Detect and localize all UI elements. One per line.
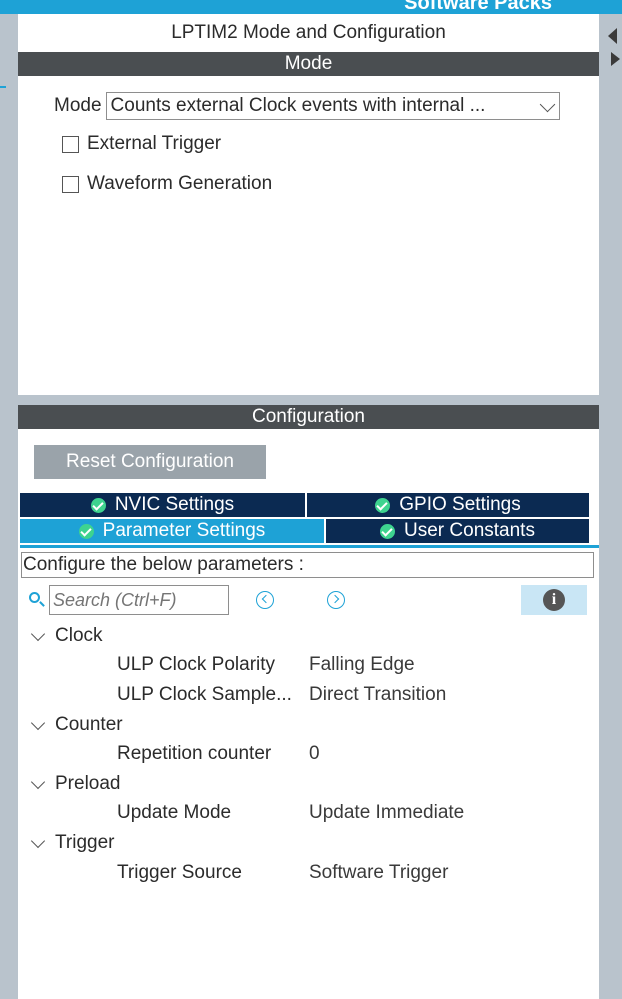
tab-label: User Constants <box>404 520 535 541</box>
mode-select-value: Counts external Clock events with intern… <box>110 95 486 116</box>
mode-row: Mode Counts external Clock events with i… <box>54 92 560 120</box>
param-value[interactable]: Update Immediate <box>309 800 464 826</box>
group-label: Preload <box>55 773 121 794</box>
info-button[interactable]: i <box>521 585 587 615</box>
search-bar <box>28 584 229 616</box>
external-trigger-label: External Trigger <box>87 133 222 154</box>
waveform-generation-option[interactable]: Waveform Generation <box>62 172 272 196</box>
search-input[interactable] <box>49 585 229 615</box>
chevron-down-icon <box>30 833 46 848</box>
mode-select[interactable]: Counts external Clock events with intern… <box>105 92 560 120</box>
previous-match-icon[interactable] <box>256 591 274 609</box>
next-match-icon[interactable] <box>327 591 345 609</box>
tab-parameter-settings[interactable]: Parameter Settings <box>20 519 324 543</box>
tab-gpio-settings[interactable]: GPIO Settings <box>307 493 589 517</box>
param-row[interactable]: ULP Clock Polarity Falling Edge <box>117 652 587 678</box>
search-icon <box>28 591 46 609</box>
param-value[interactable]: Software Trigger <box>309 860 448 886</box>
software-packs-menu[interactable]: Software Packs <box>404 0 552 15</box>
chevron-down-icon <box>30 626 46 641</box>
check-circle-icon <box>380 523 396 539</box>
tab-user-constants[interactable]: User Constants <box>326 519 589 543</box>
left-splitter[interactable] <box>0 14 18 999</box>
tab-label: Parameter Settings <box>102 520 266 541</box>
check-circle-icon <box>375 497 391 513</box>
section-splitter[interactable] <box>18 395 599 405</box>
group-label: Counter <box>55 714 123 735</box>
parameters-description: Configure the below parameters : <box>21 552 594 578</box>
param-row[interactable]: Update Mode Update Immediate <box>117 800 587 826</box>
param-value[interactable]: Falling Edge <box>309 652 415 678</box>
lptim2-config-window: Software Packs LPTIM2 Mode and Configura… <box>0 0 622 999</box>
group-counter[interactable]: Counter <box>30 712 123 738</box>
external-trigger-checkbox[interactable] <box>62 135 79 153</box>
reset-configuration-button[interactable]: Reset Configuration <box>34 445 266 479</box>
tab-label: GPIO Settings <box>399 494 521 515</box>
param-row[interactable]: Trigger Source Software Trigger <box>117 860 587 886</box>
group-clock[interactable]: Clock <box>30 623 103 649</box>
chevron-down-icon <box>30 774 46 789</box>
collapse-left-arrow-icon[interactable] <box>608 28 617 44</box>
info-icon: i <box>543 589 565 611</box>
mode-label: Mode <box>54 95 102 116</box>
top-toolbar: Software Packs <box>0 0 622 14</box>
param-name: Repetition counter <box>117 743 272 764</box>
param-name: ULP Clock Polarity <box>117 654 276 675</box>
right-splitter[interactable] <box>608 14 622 999</box>
param-name: ULP Clock Sample... <box>117 684 292 705</box>
param-name: Trigger Source <box>117 862 242 883</box>
collapse-right-arrow-icon[interactable] <box>611 52 620 66</box>
configuration-panel: LPTIM2 Mode and Configuration Mode Mode … <box>18 14 599 999</box>
param-name: Update Mode <box>117 802 232 823</box>
group-preload[interactable]: Preload <box>30 771 121 797</box>
check-circle-icon <box>78 523 94 539</box>
external-trigger-option[interactable]: External Trigger <box>62 132 221 156</box>
chevron-down-icon <box>539 96 555 113</box>
check-circle-icon <box>90 497 106 513</box>
param-row[interactable]: Repetition counter 0 <box>117 741 587 767</box>
group-label: Clock <box>55 625 103 646</box>
param-value[interactable]: Direct Transition <box>309 682 446 708</box>
configuration-section-header: Configuration <box>18 405 599 429</box>
mode-section-header: Mode <box>18 52 599 76</box>
splitter-marker <box>0 86 6 88</box>
panel-title: LPTIM2 Mode and Configuration <box>171 22 446 43</box>
param-value[interactable]: 0 <box>309 741 320 767</box>
waveform-generation-checkbox[interactable] <box>62 175 79 193</box>
tab-nvic-settings[interactable]: NVIC Settings <box>20 493 305 517</box>
chevron-down-icon <box>30 715 46 730</box>
param-row[interactable]: ULP Clock Sample... Direct Transition <box>117 682 587 708</box>
waveform-generation-label: Waveform Generation <box>87 173 273 194</box>
tab-label: NVIC Settings <box>114 494 235 515</box>
tabs-underline <box>20 545 599 548</box>
group-trigger[interactable]: Trigger <box>30 830 114 856</box>
group-label: Trigger <box>55 832 115 853</box>
